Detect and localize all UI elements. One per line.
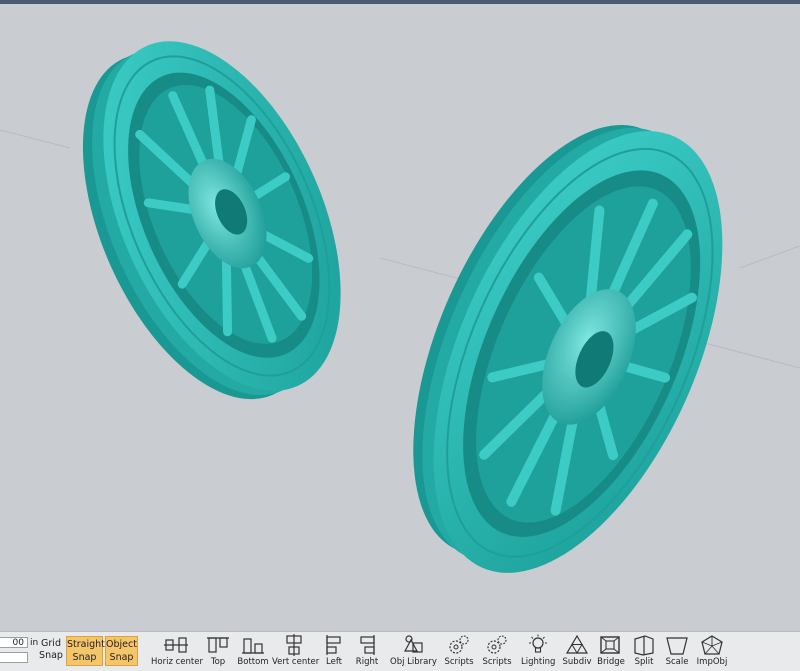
vert-center-button[interactable]: Vert center bbox=[272, 634, 320, 670]
tool-label: Bottom bbox=[237, 657, 269, 667]
align-left-icon bbox=[326, 635, 341, 655]
grid-size-input[interactable]: 00 bbox=[0, 637, 28, 648]
grid-snap-toggle[interactable]: Grid Snap bbox=[39, 638, 63, 662]
tool-label: Left bbox=[326, 657, 342, 667]
align-right-icon bbox=[360, 635, 375, 655]
scripts-gear-icon bbox=[449, 635, 469, 654]
grid-line bbox=[739, 245, 800, 269]
tool-label: Top bbox=[210, 657, 226, 667]
scripts-button-2[interactable]: Scripts bbox=[482, 634, 512, 670]
subdiv-icon bbox=[565, 634, 589, 654]
lighting-bulb-icon bbox=[529, 634, 547, 653]
split-button[interactable]: Split bbox=[630, 634, 658, 670]
tool-label: Scripts bbox=[482, 657, 512, 667]
grid-unit-label: in bbox=[30, 638, 39, 648]
scale-button[interactable]: Scale bbox=[663, 634, 691, 670]
tool-label: Scripts bbox=[444, 657, 474, 667]
tool-label: Bridge bbox=[597, 657, 625, 667]
tool-label: ImpObj bbox=[696, 657, 728, 667]
obj-library-button[interactable]: Obj Library bbox=[390, 634, 437, 670]
align-bottom-button[interactable]: Bottom bbox=[237, 634, 269, 670]
align-right-button[interactable]: Right bbox=[355, 634, 379, 670]
scale-icon bbox=[666, 637, 688, 655]
tool-label: Scale bbox=[665, 657, 689, 667]
straight-snap-toggle[interactable]: Straight Snap bbox=[66, 636, 105, 666]
tool-label: Vert center bbox=[272, 657, 320, 667]
viewport-scene[interactable] bbox=[0, 4, 800, 631]
horiz-center-button[interactable]: Horiz center bbox=[151, 634, 203, 670]
scripts-button-1[interactable]: Scripts bbox=[444, 634, 474, 670]
align-left-button[interactable]: Left bbox=[323, 634, 345, 670]
impobj-button[interactable]: ImpObj bbox=[695, 634, 729, 670]
scripts-gear-icon bbox=[487, 635, 507, 654]
bridge-icon bbox=[600, 636, 620, 654]
bridge-button[interactable]: Bridge bbox=[596, 634, 626, 670]
grid-line bbox=[0, 129, 71, 149]
subdiv-button[interactable]: Subdiv bbox=[562, 634, 592, 670]
straight-snap-label-line1: Straight bbox=[67, 639, 105, 650]
align-top-button[interactable]: Top bbox=[205, 634, 231, 670]
object-snap-label-line1: Object bbox=[106, 639, 137, 650]
align-bottom-icon bbox=[242, 638, 264, 654]
bottom-toolbar: 00 in Grid Snap Straight Snap Object Sna… bbox=[0, 631, 800, 671]
grid-snap-label-line2: Snap bbox=[39, 650, 63, 661]
tool-label: Right bbox=[355, 657, 379, 667]
align-top-icon bbox=[207, 637, 229, 653]
lighting-button[interactable]: Lighting bbox=[521, 634, 555, 670]
align-vert-center-icon bbox=[286, 634, 302, 656]
wheel-model-left[interactable] bbox=[35, 5, 389, 435]
object-library-icon bbox=[403, 635, 423, 653]
align-horiz-center-icon bbox=[164, 637, 188, 653]
straight-snap-label-line2: Snap bbox=[72, 652, 97, 663]
tool-label: Split bbox=[634, 657, 654, 667]
tool-label: Horiz center bbox=[151, 657, 203, 667]
tool-label: Obj Library bbox=[390, 657, 437, 667]
grid-size-secondary-input[interactable] bbox=[0, 652, 28, 663]
import-object-icon bbox=[701, 635, 723, 655]
3d-viewport[interactable] bbox=[0, 4, 800, 631]
object-snap-label-line2: Snap bbox=[109, 652, 134, 663]
object-snap-toggle[interactable]: Object Snap bbox=[105, 636, 138, 666]
grid-snap-label-line1: Grid bbox=[41, 638, 61, 649]
split-icon bbox=[634, 635, 654, 656]
tool-label: Subdiv bbox=[562, 657, 592, 667]
wheel-model-right[interactable] bbox=[354, 79, 782, 615]
tool-label: Lighting bbox=[521, 657, 556, 667]
